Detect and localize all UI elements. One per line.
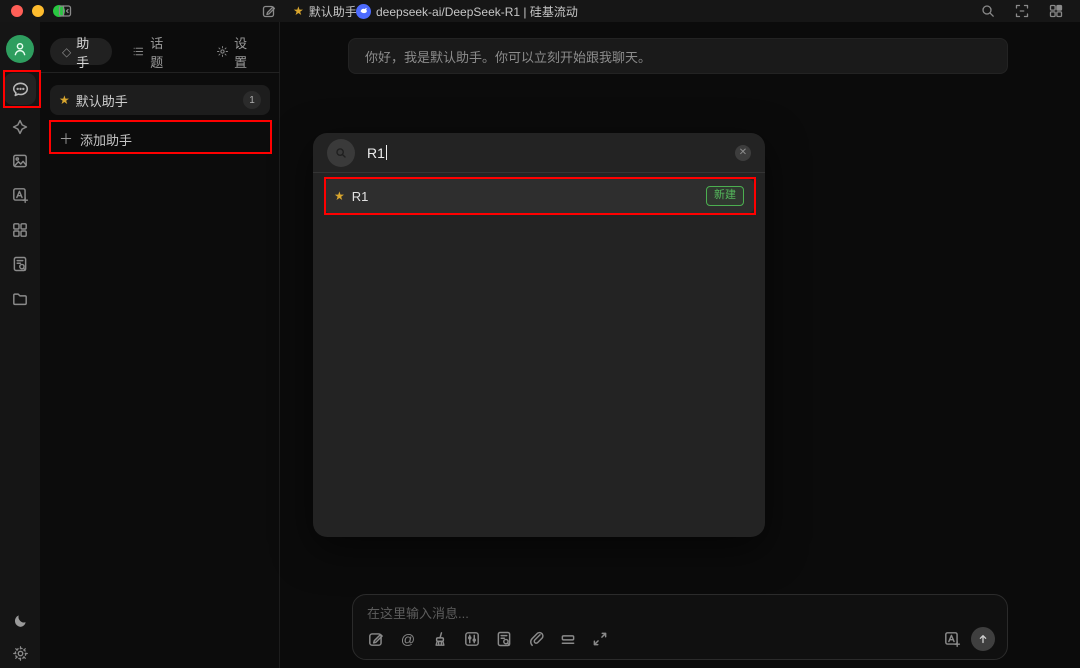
clear-context-icon[interactable]: [559, 630, 577, 648]
settings-gear-icon[interactable]: [5, 638, 35, 668]
sidebar-item-minapps[interactable]: [5, 215, 35, 245]
new-topic-icon[interactable]: [261, 3, 277, 19]
app-window: ★ 默认助手 deepseek-ai/DeepSeek-R1 | 硅基流动 ◇ …: [0, 0, 1080, 668]
plus-icon: ＋: [59, 131, 73, 147]
titlebar: ★ 默认助手 deepseek-ai/DeepSeek-R1 | 硅基流动: [0, 0, 1080, 22]
composer-right-actions: [943, 627, 995, 651]
titlebar-model-label: deepseek-ai/DeepSeek-R1 | 硅基流动: [376, 4, 578, 19]
minapps-grid-icon[interactable]: [1048, 3, 1064, 19]
composer-toolbar: @: [367, 627, 995, 651]
sidebar-item-agents[interactable]: [5, 180, 35, 210]
tab-assistants-label: 助手: [76, 35, 90, 70]
user-avatar[interactable]: [6, 35, 34, 63]
result-label: R1: [351, 188, 369, 204]
sidebar-item-chat[interactable]: [4, 73, 36, 105]
settings-sliders-icon[interactable]: [463, 630, 481, 648]
tab-topics-label: 话题: [150, 35, 164, 70]
text-cursor: [385, 145, 387, 160]
send-message-button[interactable]: [971, 627, 995, 651]
panel-tabs: ◇ 助手 话题 设置: [50, 36, 270, 70]
mention-model-icon[interactable]: @: [399, 630, 417, 648]
model-search-popup: R1 ✕ ★ R1 新建: [313, 133, 765, 537]
collapse-sidebar-icon[interactable]: [57, 3, 73, 19]
deepseek-logo-icon: [356, 3, 371, 19]
star-icon: ★: [59, 93, 70, 107]
tab-topics[interactable]: 话题: [120, 36, 186, 70]
translate-icon[interactable]: [943, 630, 961, 648]
gear-icon: [216, 45, 229, 58]
dark-mode-moon-icon[interactable]: [5, 605, 35, 635]
assistant-greeting-message: 你好，我是默认助手。你可以立刻开始跟我聊天。: [348, 38, 1008, 74]
topic-count-badge: 1: [243, 91, 261, 109]
tab-settings-label: 设置: [234, 35, 248, 70]
star-icon: ★: [293, 4, 304, 18]
sidebar-item-files[interactable]: [5, 284, 35, 314]
titlebar-assistant-button[interactable]: ★ 默认助手: [293, 0, 357, 22]
close-window-button[interactable]: [11, 5, 23, 17]
message-input[interactable]: [367, 603, 987, 625]
chat-main-area: 你好，我是默认助手。你可以立刻开始跟我聊天。 R1 ✕ ★ R1 新建 在这里输…: [281, 22, 1080, 668]
model-search-result-r1[interactable]: ★ R1 新建: [324, 179, 754, 213]
search-icon[interactable]: [980, 3, 996, 19]
list-icon: [132, 45, 145, 58]
assistant-list-item-default[interactable]: ★ 默认助手 1: [50, 85, 270, 115]
new-badge: 新建: [706, 186, 744, 206]
sidebar-item-knowledge[interactable]: [5, 249, 35, 279]
search-query-text: R1: [367, 144, 385, 161]
popup-divider: [313, 172, 765, 173]
titlebar-assistant-label: 默认助手: [308, 4, 357, 19]
sidebar-item-translate-sparkle[interactable]: [5, 112, 35, 142]
assistant-item-label: 默认助手: [75, 93, 128, 109]
titlebar-model-button[interactable]: deepseek-ai/DeepSeek-R1 | 硅基流动: [356, 0, 578, 22]
clear-messages-broom-icon[interactable]: [431, 630, 449, 648]
add-assistant-button[interactable]: ＋ 添加助手: [50, 123, 271, 155]
search-icon: [327, 138, 355, 167]
knowledge-base-icon[interactable]: [495, 630, 513, 648]
add-assistant-label: 添加助手: [80, 132, 133, 148]
new-topic-icon[interactable]: [367, 630, 385, 648]
assistants-panel: ◇ 助手 话题 设置 ★ 默认助手 1 ＋ 添加助手: [40, 22, 280, 668]
model-search-input[interactable]: R1: [367, 145, 387, 161]
clear-search-icon[interactable]: ✕: [735, 144, 751, 161]
star-icon: ★: [334, 189, 345, 203]
panel-divider: [40, 72, 280, 73]
tab-settings[interactable]: 设置: [204, 36, 270, 70]
expand-input-icon[interactable]: [591, 630, 609, 648]
attachment-paperclip-icon[interactable]: [527, 630, 545, 648]
focus-mode-icon[interactable]: [1014, 3, 1030, 19]
sidebar: [0, 22, 40, 668]
sidebar-item-image-generation[interactable]: [5, 146, 35, 176]
minimize-window-button[interactable]: [32, 5, 44, 17]
message-composer: @: [352, 594, 1008, 660]
tab-assistants[interactable]: ◇ 助手: [50, 36, 113, 70]
sparkle-icon: ◇: [62, 44, 72, 59]
model-search-bar: R1 ✕: [313, 133, 765, 172]
